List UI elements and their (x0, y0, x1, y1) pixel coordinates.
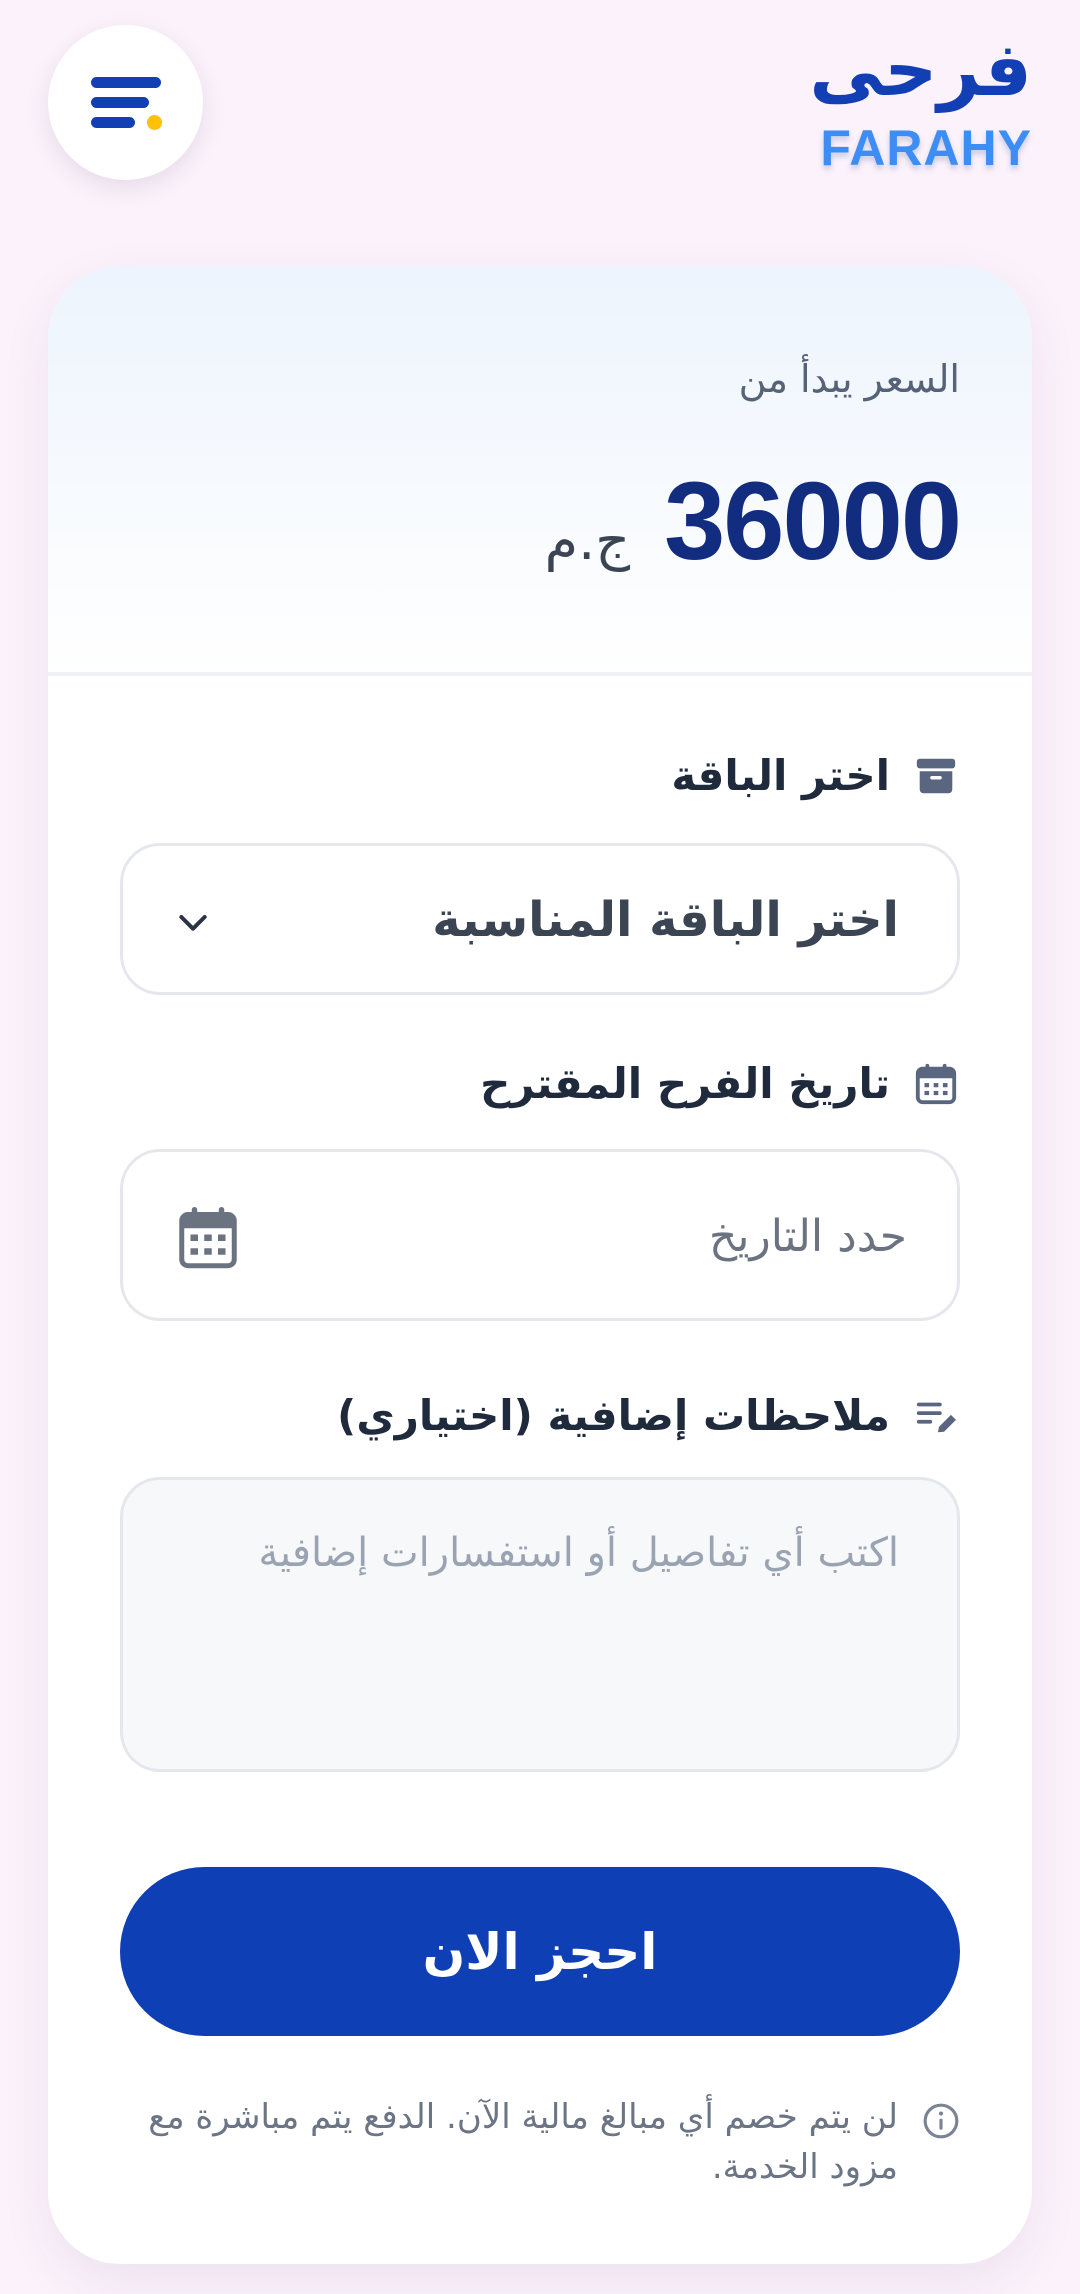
logo-english-text: FARAHY (820, 120, 1032, 176)
price-value: 36000 (664, 460, 962, 583)
price-currency: ج.م (544, 509, 631, 572)
price-display: 36000 ج.م (544, 452, 962, 592)
payment-notice-text: لن يتم خصم أي مبالغ مالية الآن. الدفع يت… (148, 2097, 898, 2187)
archive-box-icon (912, 752, 960, 800)
date-label: تاريخ الفرح المقترح (480, 1054, 960, 1114)
notes-textarea[interactable]: اكتب أي تفاصيل أو استفسارات إضافية (120, 1477, 960, 1772)
package-select[interactable]: اختر الباقة المناسبة (120, 843, 960, 995)
book-now-label: احجز الان (422, 1922, 658, 1981)
notes-label: ملاحظات إضافية (اختياري) (337, 1386, 960, 1446)
menu-icon (91, 77, 161, 88)
notes-label-text: ملاحظات إضافية (اختياري) (337, 1391, 890, 1440)
brand-logo[interactable]: فرحى FARAHY (809, 20, 1032, 176)
package-select-value: اختر الباقة المناسبة (432, 892, 899, 948)
date-label-text: تاريخ الفرح المقترح (480, 1059, 890, 1108)
booking-card: السعر يبدأ من 36000 ج.م اختر الباقة اختر… (48, 266, 1032, 2264)
chevron-down-icon (179, 915, 207, 931)
notes-placeholder: اكتب أي تفاصيل أو استفسارات إضافية (258, 1530, 899, 1576)
info-icon (923, 2103, 959, 2139)
edit-notes-icon (912, 1392, 960, 1440)
logo-arabic-text: فرحى (809, 27, 1032, 113)
book-now-button[interactable]: احجز الان (120, 1867, 960, 2036)
date-input[interactable]: حدد التاريخ (120, 1149, 960, 1321)
package-label-text: اختر الباقة (671, 751, 890, 800)
price-caption: السعر يبدأ من (738, 357, 960, 401)
calendar-picker-icon[interactable] (178, 1204, 238, 1270)
date-input-placeholder: حدد التاريخ (708, 1211, 907, 1262)
calendar-icon (912, 1060, 960, 1108)
divider (48, 672, 1032, 676)
booking-page: فرحى FARAHY السعر يبدأ من 36000 ج.م اختر… (0, 0, 1080, 2294)
package-label: اختر الباقة (671, 746, 960, 806)
menu-button[interactable] (48, 25, 203, 180)
